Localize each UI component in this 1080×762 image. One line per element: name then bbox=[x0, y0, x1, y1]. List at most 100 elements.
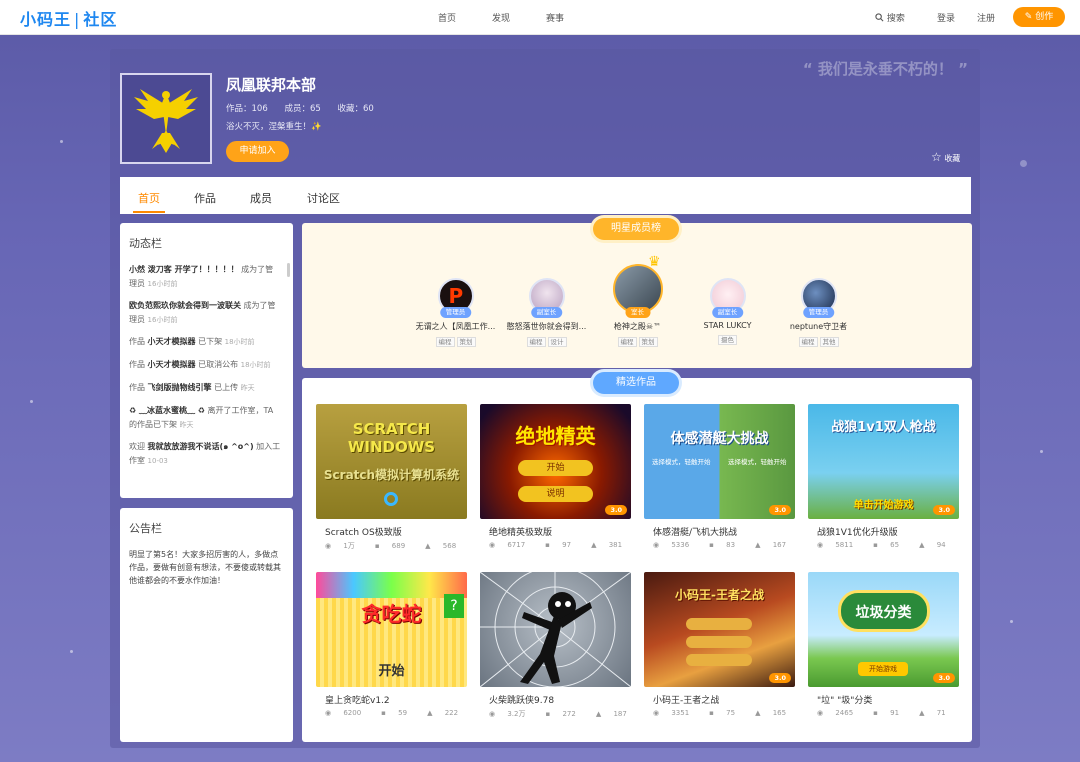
feed-scrollbar[interactable] bbox=[287, 263, 290, 277]
likes-count: ▲ 187 bbox=[595, 710, 627, 718]
work-card[interactable]: SCRATCH WINDOWS Scratch模拟计算机系统 Scratch O… bbox=[316, 404, 467, 562]
tab-works[interactable]: 作品 bbox=[194, 190, 216, 206]
work-card[interactable]: 体感潜艇大挑战 选择模式，轻触开始 选择模式，轻触开始 3.0 体感潜艇/飞机大… bbox=[644, 404, 795, 562]
member-tags: 摄色 bbox=[680, 334, 775, 345]
comments-count: ▪ 91 bbox=[873, 709, 900, 717]
tab-members[interactable]: 成员 bbox=[250, 190, 272, 206]
member-card-owner[interactable]: ♛ 室长 枪神之殿☠™ 编程 策划 bbox=[590, 254, 685, 347]
likes-count: ▲ 167 bbox=[755, 541, 787, 549]
member-name: STAR LUKCY bbox=[703, 321, 752, 330]
work-name: 小码王-王者之战 bbox=[653, 696, 720, 706]
work-thumbnail: 垃圾分类 开始游戏 3.0 bbox=[808, 572, 959, 687]
favorite-button[interactable]: ☆ 收藏 bbox=[931, 150, 960, 164]
eye-icon: ◉ bbox=[817, 709, 824, 717]
thumb-button-shape bbox=[686, 654, 752, 666]
eye-icon: ◉ bbox=[489, 541, 496, 549]
work-card[interactable]: 战狼1v1双人枪战 单击开始游戏 3.0 战狼1V1优化升级版 ◉ 5811 ▪ … bbox=[808, 404, 959, 562]
work-thumbnail: SCRATCH WINDOWS Scratch模拟计算机系统 bbox=[316, 404, 467, 519]
avatar: P 管理员 bbox=[437, 278, 474, 318]
feed-item: 作品 小天才模拟器 已下架 18小时前 bbox=[129, 337, 255, 346]
version-badge: 3.0 bbox=[605, 505, 627, 515]
work-thumbnail: 战狼1v1双人枪战 单击开始游戏 3.0 bbox=[808, 404, 959, 519]
work-card[interactable]: 贪吃蛇 ? 开始 皇上贪吃蛇v1.2 ◉ 6200 ▪ 59 ▲ 222 bbox=[316, 572, 467, 730]
phoenix-icon bbox=[134, 89, 198, 153]
feed-item: 欢迎 我就放放游我不说话(๑ ^o^) 加入工作室 10-03 bbox=[129, 442, 281, 465]
active-tab-indicator bbox=[133, 211, 165, 213]
member-name: 憨怒落世你就会得到... bbox=[506, 322, 587, 331]
nav-contest[interactable]: 赛事 bbox=[546, 11, 564, 24]
thumb-up-icon: ▲ bbox=[919, 541, 925, 549]
views-count: ◉ 3351 bbox=[653, 709, 690, 717]
role-badge: 室长 bbox=[625, 307, 650, 318]
clan-members-count: 成员：65 bbox=[284, 104, 321, 114]
version-badge: 3.0 bbox=[769, 505, 791, 515]
comment-icon: ▪ bbox=[709, 709, 714, 717]
work-card[interactable]: 火柴跳跃侠9.78 ◉ 3.2万 ▪ 272 ▲ 187 bbox=[480, 572, 631, 730]
work-card[interactable]: 绝地精英 开始 说明 3.0 绝地精英极致版 ◉ 6717 ▪ 97 ▲ 381 bbox=[480, 404, 631, 562]
bg-star bbox=[30, 400, 33, 403]
views-count: ◉ 2465 bbox=[817, 709, 854, 717]
work-stats: ◉ 3.2万 ▪ 272 ▲ 187 bbox=[489, 709, 647, 719]
comment-icon: ▪ bbox=[381, 709, 386, 717]
clan-favorites-count: 收藏：60 bbox=[337, 104, 374, 114]
comment-icon: ▪ bbox=[545, 541, 550, 549]
work-thumbnail bbox=[480, 572, 631, 687]
star-icon: ☆ bbox=[931, 150, 942, 164]
notice-card: 公告栏 明显了第5名！大家多招厉害的人，多做点作品，要做有创意有想法，不要傻或转… bbox=[120, 508, 293, 742]
views-count: ◉ 6200 bbox=[325, 709, 362, 717]
work-name: 皇上贪吃蛇v1.2 bbox=[325, 696, 390, 706]
nav-discover[interactable]: 发现 bbox=[492, 11, 510, 24]
site-logo[interactable]: 小码王 | 社区 bbox=[20, 6, 117, 30]
feed-item: 作品 飞剑版抛物线引擎 已上传 昨天 bbox=[129, 383, 255, 392]
thumb-start-label: 开始 bbox=[518, 460, 593, 476]
thumb-hint-left: 选择模式，轻触开始 bbox=[652, 458, 711, 466]
member-card[interactable]: 副室长 STAR LUKCY 摄色 bbox=[680, 278, 775, 345]
feed-item: 作品 小天才模拟器 已取消公布 18小时前 bbox=[129, 360, 271, 369]
join-button[interactable]: 申请加入 bbox=[226, 141, 289, 162]
clan-slogan: “ 我们是永垂不朽的！ ” bbox=[802, 60, 968, 78]
avatar: 室长 bbox=[612, 264, 663, 318]
views-count: ◉ 6717 bbox=[489, 541, 526, 549]
nav-home[interactable]: 首页 bbox=[438, 11, 456, 24]
thumb-up-icon: ▲ bbox=[919, 709, 925, 717]
role-badge: 管理员 bbox=[439, 307, 472, 318]
work-name: 战狼1V1优化升级版 bbox=[817, 528, 898, 538]
views-count: ◉ 5811 bbox=[817, 541, 854, 549]
tab-discussion[interactable]: 讨论区 bbox=[307, 190, 340, 206]
work-stats: ◉ 1万 ▪ 689 ▲ 568 bbox=[325, 541, 476, 551]
version-badge: 3.0 bbox=[933, 505, 955, 515]
comment-icon: ▪ bbox=[873, 709, 878, 717]
comments-count: ▪ 689 bbox=[374, 542, 406, 550]
avatar-letter: P bbox=[448, 284, 464, 308]
question-icon: ? bbox=[444, 594, 464, 618]
thumb-start-label: 开始游戏 bbox=[858, 662, 908, 676]
search-icon bbox=[875, 13, 884, 22]
member-card[interactable]: 管理员 neptune守卫者 编程 其他 bbox=[771, 278, 866, 347]
register-link[interactable]: 注册 bbox=[977, 11, 995, 24]
work-name: 火柴跳跃侠9.78 bbox=[489, 696, 555, 706]
work-card[interactable]: 小码王-王者之战 3.0 小码王-王者之战 ◉ 3351 ▪ 75 ▲ 165 bbox=[644, 572, 795, 730]
comments-count: ▪ 272 bbox=[545, 710, 576, 718]
thumb-help-label: 说明 bbox=[518, 486, 593, 502]
member-card[interactable]: 副室长 憨怒落世你就会得到... 编程 设计 bbox=[499, 278, 594, 347]
eye-icon: ◉ bbox=[325, 542, 332, 550]
thumb-up-icon: ▲ bbox=[755, 709, 761, 717]
work-card[interactable]: 垃圾分类 开始游戏 3.0 "垃" "圾"分类 ◉ 2465 ▪ 91 ▲ 71 bbox=[808, 572, 959, 730]
work-stats: ◉ 2465 ▪ 91 ▲ 71 bbox=[817, 709, 966, 717]
login-link[interactable]: 登录 bbox=[937, 11, 955, 24]
work-stats: ◉ 6200 ▪ 59 ▲ 222 bbox=[325, 709, 478, 717]
comments-count: ▪ 75 bbox=[709, 709, 736, 717]
views-count: ◉ 1万 bbox=[325, 542, 355, 550]
create-button[interactable]: ✎ 创作 bbox=[1013, 7, 1065, 27]
views-count: ◉ 3.2万 bbox=[489, 710, 526, 718]
clan-badge bbox=[120, 73, 212, 164]
thumb-up-icon: ▲ bbox=[755, 541, 761, 549]
tab-home[interactable]: 首页 bbox=[138, 190, 160, 206]
thumb-button-shape bbox=[686, 618, 752, 630]
role-badge: 副室长 bbox=[530, 307, 563, 318]
bg-star bbox=[1010, 620, 1013, 623]
eye-icon: ◉ bbox=[325, 709, 332, 717]
member-card[interactable]: P 管理员 无谓之人【凤凰工作... 编程 策划 bbox=[408, 278, 503, 347]
eye-icon: ◉ bbox=[653, 709, 660, 717]
search-button[interactable]: 搜索 bbox=[875, 11, 905, 24]
